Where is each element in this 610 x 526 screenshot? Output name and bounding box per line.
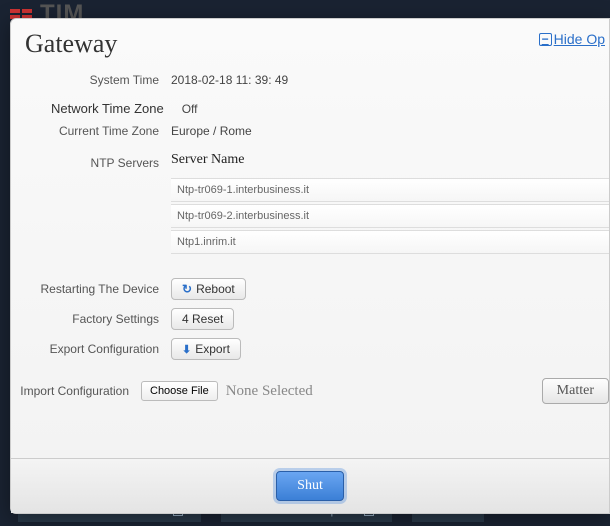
server-name-header: Server Name <box>171 152 244 174</box>
refresh-icon <box>182 282 192 296</box>
network-timezone-label: Network Time Zone <box>11 101 176 116</box>
ntp-server-row: Ntp1.inrim.it <box>171 230 609 254</box>
ntp-server-row: Ntp-tr069-1.interbusiness.it <box>171 178 609 202</box>
export-config-label: Export Configuration <box>11 342 171 356</box>
export-button[interactable]: Export <box>171 338 241 360</box>
reboot-button[interactable]: Reboot <box>171 278 246 300</box>
hide-options-link[interactable]: − Hide Op <box>539 31 605 47</box>
import-config-label: Import Configuration <box>11 384 141 398</box>
network-timezone-value: Off <box>176 102 198 116</box>
ntp-server-row: Ntp-tr069-2.interbusiness.it <box>171 204 609 228</box>
reset-button[interactable]: 4 Reset <box>171 308 234 330</box>
matter-button[interactable]: Matter <box>542 378 609 404</box>
reboot-button-label: Reboot <box>196 282 235 296</box>
file-none-selected: None Selected <box>226 383 518 400</box>
minus-icon: − <box>539 33 552 46</box>
current-timezone-value: Europe / Rome <box>171 124 252 138</box>
ntp-servers-label: NTP Servers <box>11 156 171 170</box>
shut-button[interactable]: Shut <box>276 471 344 501</box>
ntp-server-list: Ntp-tr069-1.interbusiness.it Ntp-tr069-2… <box>171 178 609 254</box>
gateway-modal: Gateway − Hide Op System Time 2018-02-18… <box>10 18 610 514</box>
factory-settings-label: Factory Settings <box>11 312 171 326</box>
export-button-label: Export <box>195 342 230 356</box>
system-time-value: 2018-02-18 11: 39: 49 <box>171 73 288 87</box>
hide-label: Hide Op <box>554 31 605 47</box>
reset-button-label: 4 Reset <box>182 312 223 326</box>
system-time-label: System Time <box>11 73 171 87</box>
choose-file-button[interactable]: Choose File <box>141 381 218 401</box>
modal-footer: Shut <box>11 458 609 513</box>
current-timezone-label: Current Time Zone <box>11 124 171 138</box>
restart-device-label: Restarting The Device <box>11 282 171 296</box>
download-icon <box>182 342 191 356</box>
modal-title: Gateway <box>25 29 595 59</box>
